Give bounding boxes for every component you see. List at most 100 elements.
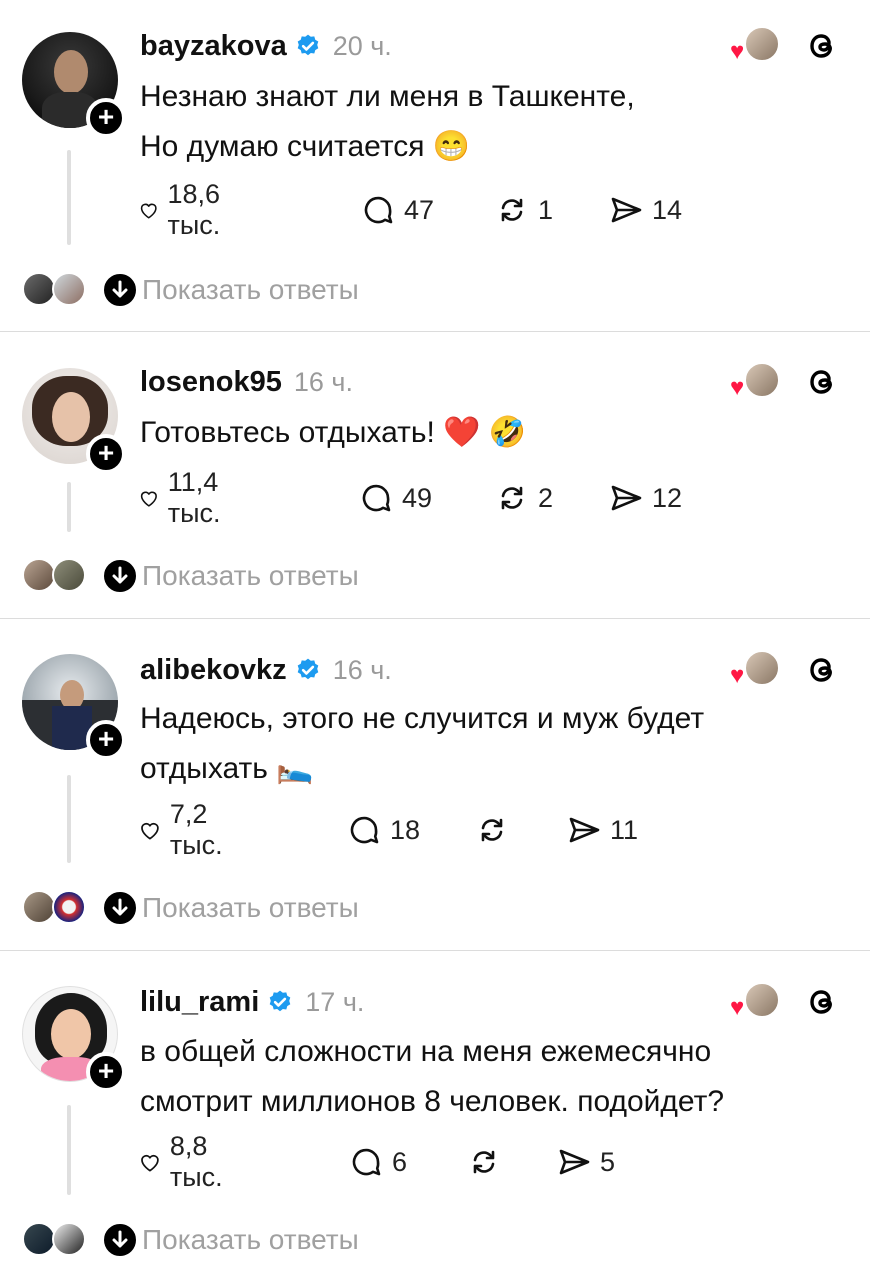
post-time: 20 ч.: [332, 30, 392, 61]
verified-badge-icon: [297, 34, 318, 56]
arrow-down-icon[interactable]: [102, 890, 138, 926]
replies-row[interactable]: Показать ответы: [22, 556, 522, 596]
repost-button[interactable]: 1: [494, 190, 553, 230]
reply-avatar: [22, 558, 56, 592]
post-text-line: Но думаю считается 😁: [140, 130, 471, 163]
comment-bubble-icon: [362, 484, 391, 512]
avatar[interactable]: +: [22, 986, 126, 1092]
reply-avatar: [52, 272, 86, 306]
thread-line: [67, 1105, 71, 1195]
repost-arrows-icon: [501, 486, 523, 510]
reaction-avatar[interactable]: ♥: [728, 650, 780, 690]
like-count: 8,8 тыс.: [169, 1131, 223, 1192]
verified-badge-icon: [269, 990, 291, 1012]
arrow-down-icon[interactable]: [102, 272, 138, 308]
share-count: 5: [600, 1146, 616, 1177]
show-replies-link[interactable]: Показать ответы: [142, 888, 359, 928]
reply-avatar: [22, 890, 56, 924]
repost-count: 2: [538, 482, 554, 513]
reply-avatar: [22, 272, 56, 306]
verified-badge-icon: [297, 658, 318, 680]
heart-icon: ♥: [730, 994, 745, 1021]
like-button[interactable]: 11,4 тыс.: [138, 467, 235, 528]
heart-outline-icon: [140, 203, 157, 219]
like-button[interactable]: 18,6 тыс.: [138, 179, 235, 240]
comment-bubble-icon: [364, 196, 393, 224]
replies-row[interactable]: Показать ответы: [22, 1220, 522, 1260]
thread-line: [67, 775, 71, 863]
repost-button[interactable]: [474, 810, 518, 850]
replies-row[interactable]: Показать ответы: [22, 270, 522, 310]
share-button[interactable]: 14: [608, 190, 682, 230]
send-icon: [611, 197, 642, 223]
avatar[interactable]: +: [22, 654, 126, 760]
thread-line: [67, 150, 71, 245]
avatar[interactable]: +: [22, 368, 126, 474]
username[interactable]: bayzakova: [140, 30, 287, 63]
comment-count: 49: [402, 482, 433, 513]
like-count: 7,2 тыс.: [169, 799, 223, 860]
like-count: 11,4 тыс.: [167, 467, 221, 528]
post-text: Незнаю знают ли меня в Ташкенте, Но дума…: [140, 72, 840, 172]
show-replies-link[interactable]: Показать ответы: [142, 556, 359, 596]
follow-plus-icon[interactable]: +: [86, 1052, 126, 1092]
username[interactable]: losenok95: [140, 366, 282, 399]
follow-plus-icon[interactable]: +: [86, 434, 126, 474]
threads-logo-icon[interactable]: [804, 28, 840, 64]
reaction-avatar[interactable]: ♥: [728, 362, 780, 402]
divider: [0, 331, 870, 332]
thread-line: [67, 482, 71, 532]
send-icon: [611, 485, 642, 511]
reply-avatar: [52, 1222, 86, 1256]
reaction-avatar[interactable]: ♥: [728, 26, 780, 66]
threads-logo-icon[interactable]: [804, 984, 840, 1020]
post-time: 17 ч.: [305, 986, 365, 1017]
heart-icon: ♥: [730, 374, 745, 401]
show-replies-link[interactable]: Показать ответы: [142, 270, 359, 310]
comment-button[interactable]: 47: [360, 190, 434, 230]
like-button[interactable]: 8,8 тыс.: [138, 1131, 235, 1192]
repost-count: 1: [538, 194, 554, 225]
share-button[interactable]: 5: [556, 1142, 615, 1182]
post-text-line: в общей сложности на меня ежемесячно: [140, 1035, 712, 1068]
share-button[interactable]: 12: [608, 478, 682, 518]
send-icon: [569, 817, 600, 843]
post-text-line: отдыхать 🛌: [140, 752, 314, 785]
post-text: Готовьтесь отдыхать! ❤️ 🤣: [140, 408, 840, 458]
post-text-line: смотрит миллионов 8 человек. подойдет?: [140, 1085, 725, 1118]
comment-button[interactable]: 6: [348, 1142, 407, 1182]
follow-plus-icon[interactable]: +: [86, 98, 126, 138]
comment-button[interactable]: 49: [358, 478, 432, 518]
threads-logo-icon[interactable]: [804, 652, 840, 688]
reaction-avatar[interactable]: ♥: [728, 982, 780, 1022]
username[interactable]: alibekovkz: [140, 654, 287, 687]
comment-count: 18: [390, 814, 421, 845]
comment-bubble-icon: [350, 816, 379, 844]
repost-arrows-icon: [473, 1150, 495, 1174]
replies-row[interactable]: Показать ответы: [22, 888, 522, 928]
avatar[interactable]: +: [22, 32, 126, 138]
share-count: 14: [652, 194, 683, 225]
share-count: 12: [652, 482, 683, 513]
heart-icon: ♥: [730, 38, 745, 65]
arrow-down-icon[interactable]: [102, 558, 138, 594]
post-time: 16 ч.: [332, 654, 392, 685]
like-button[interactable]: 7,2 тыс.: [138, 799, 235, 860]
repost-button[interactable]: [466, 1142, 510, 1182]
heart-outline-icon: [140, 491, 157, 507]
like-count: 18,6 тыс.: [167, 179, 221, 240]
heart-outline-icon: [141, 822, 159, 840]
comment-bubble-icon: [352, 1148, 381, 1176]
divider: [0, 950, 870, 951]
username[interactable]: lilu_rami: [140, 986, 259, 1019]
arrow-down-icon[interactable]: [102, 1222, 138, 1258]
show-replies-link[interactable]: Показать ответы: [142, 1220, 359, 1260]
comment-button[interactable]: 18: [346, 810, 420, 850]
heart-icon: ♥: [730, 662, 745, 689]
follow-plus-icon[interactable]: +: [86, 720, 126, 760]
repost-arrows-icon: [501, 198, 523, 222]
post-text-line: Незнаю знают ли меня в Ташкенте,: [140, 80, 635, 113]
share-button[interactable]: 11: [566, 810, 638, 850]
repost-button[interactable]: 2: [494, 478, 553, 518]
threads-logo-icon[interactable]: [804, 364, 840, 400]
